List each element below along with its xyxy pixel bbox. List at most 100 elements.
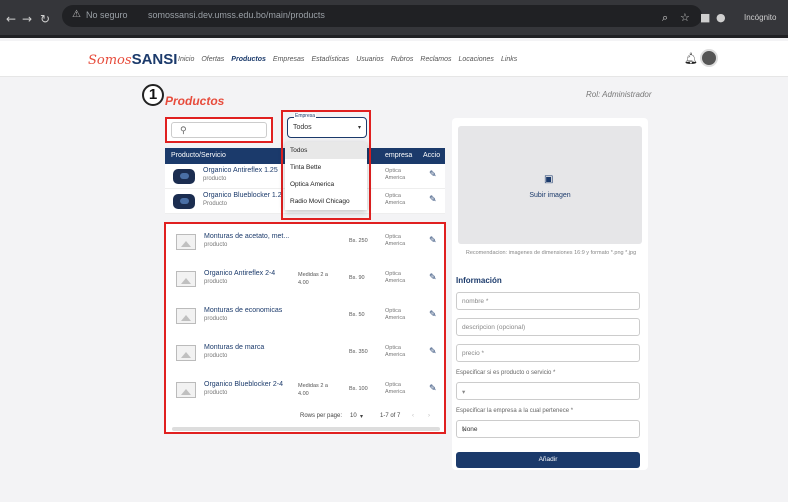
image-icon: ▣ xyxy=(544,174,554,185)
nav-productos[interactable]: Productos xyxy=(231,56,266,63)
warning-icon: ⚠ xyxy=(72,9,81,20)
table-row[interactable]: Monturas de marca producto Bs. 350 Optic… xyxy=(166,335,444,372)
product-type: producto xyxy=(204,353,228,359)
search-input[interactable]: ⚲ xyxy=(171,122,267,138)
star-icon[interactable]: ☆ xyxy=(680,11,690,24)
product-price: Bs. 250 xyxy=(349,238,368,244)
nav-locaciones[interactable]: Locaciones xyxy=(459,56,494,63)
nav-rubros[interactable]: Rubros xyxy=(391,56,414,63)
empresa-form-label: Especificar la empresa a la cual pertene… xyxy=(456,408,574,414)
table-row[interactable]: Organico Antireflex 2-4 producto Medidas… xyxy=(166,261,444,298)
product-name: Organico Antireflex 2-4 xyxy=(204,270,276,277)
image-recommendation: Recomendacion: imagenes de dimensiones 1… xyxy=(465,250,637,256)
precio-placeholder: precio * xyxy=(462,350,485,357)
back-icon[interactable]: ← xyxy=(6,12,16,26)
empresa-option[interactable]: Tinta Bette xyxy=(285,159,367,176)
product-empresa: Optica America xyxy=(385,382,406,395)
rows-per-page-label: Rows per page: xyxy=(300,413,343,419)
nav-links[interactable]: Links xyxy=(501,56,517,63)
bell-icon[interactable]: 🔔︎ xyxy=(684,52,698,65)
product-type: producto xyxy=(204,242,228,248)
product-type: producto xyxy=(204,316,228,322)
product-medidas: Medidas 2 a 4.00 xyxy=(298,272,328,286)
empresa-select-value: Todos xyxy=(293,124,312,131)
col-acciones: Accio xyxy=(423,152,441,159)
product-name: Monturas de acetato, met... xyxy=(204,233,290,240)
tab-icon[interactable]: ■ xyxy=(700,11,710,24)
product-thumbnail xyxy=(173,169,195,184)
edit-icon[interactable]: ✎ xyxy=(429,384,437,394)
logo-script: Somos xyxy=(88,53,132,68)
product-price: Bs. 50 xyxy=(349,312,365,318)
chevron-down-icon: ▾ xyxy=(357,124,361,131)
nav-usuarios[interactable]: Usuarios xyxy=(356,56,384,63)
nav-reclamos[interactable]: Reclamos xyxy=(420,56,451,63)
main-nav: Inicio Ofertas Productos Empresas Estadí… xyxy=(178,56,517,63)
url-text[interactable]: somossansi.dev.umss.edu.bo/main/products xyxy=(148,10,325,20)
address-bar[interactable]: ⚠ No seguro somossansi.dev.umss.edu.bo/m… xyxy=(62,5,702,27)
tipo-select[interactable]: ▾ xyxy=(456,382,640,400)
zoom-icon[interactable]: ⌕ xyxy=(662,11,668,25)
form-section-title: Información xyxy=(456,276,502,285)
table-row[interactable]: Monturas de economicas producto Bs. 50 O… xyxy=(166,298,444,335)
table-row[interactable]: Organico Blueblocker 2-4 producto Medida… xyxy=(166,372,444,409)
empresa-option[interactable]: Todos xyxy=(285,142,367,159)
product-medidas: Medidas 2 a 4.00 xyxy=(298,383,328,397)
image-upload[interactable]: ▣ Subir imagen xyxy=(458,126,642,244)
product-type: producto xyxy=(204,279,228,285)
browser-chrome: ← → ↻ ⚠ No seguro somossansi.dev.umss.ed… xyxy=(0,0,788,38)
product-thumbnail xyxy=(173,194,195,209)
edit-icon[interactable]: ✎ xyxy=(429,310,437,320)
product-name: Monturas de economicas xyxy=(204,307,283,314)
col-empresa[interactable]: empresa xyxy=(385,152,412,159)
product-price: Bs. 90 xyxy=(349,275,365,281)
nav-ofertas[interactable]: Ofertas xyxy=(201,56,224,63)
page-range: 1-7 of 7 xyxy=(380,413,401,419)
chevron-down-icon: ▾ xyxy=(462,426,466,434)
edit-icon[interactable]: ✎ xyxy=(429,236,437,246)
table-row[interactable]: Monturas de acetato, met... producto Bs.… xyxy=(166,224,444,261)
nombre-placeholder: nombre * xyxy=(462,298,489,305)
product-price: Bs. 350 xyxy=(349,349,368,355)
empresa-option[interactable]: Radio Movil Chicago xyxy=(285,193,367,210)
empresa-form-select[interactable]: None ▾ xyxy=(456,420,640,438)
empresa-option[interactable]: Optica America xyxy=(285,176,367,193)
edit-icon[interactable]: ✎ xyxy=(429,170,437,180)
image-placeholder-icon xyxy=(176,234,196,250)
nav-empresas[interactable]: Empresas xyxy=(273,56,305,63)
forward-icon[interactable]: → xyxy=(22,12,32,26)
image-placeholder-icon xyxy=(176,308,196,324)
rows-highlight: Monturas de acetato, met... producto Bs.… xyxy=(164,222,446,434)
logo[interactable]: SomosSANSI xyxy=(88,51,177,68)
product-price: Bs. 100 xyxy=(349,386,368,392)
next-page-icon[interactable]: › xyxy=(428,413,430,419)
edit-icon[interactable]: ✎ xyxy=(429,347,437,357)
col-product[interactable]: Producto/Servicio xyxy=(171,152,226,159)
profile-icon[interactable]: ● xyxy=(716,11,726,24)
nombre-field[interactable]: nombre * xyxy=(456,292,640,310)
product-empresa: Optica America xyxy=(385,308,406,321)
product-name: Organico Blueblocker 2-4 xyxy=(204,381,283,388)
edit-icon[interactable]: ✎ xyxy=(429,273,437,283)
nav-inicio[interactable]: Inicio xyxy=(178,56,194,63)
chevron-down-icon: ▾ xyxy=(462,388,466,396)
horizontal-scrollbar[interactable] xyxy=(172,427,440,431)
nav-estadisticas[interactable]: Estadísticas xyxy=(311,56,349,63)
add-button[interactable]: Añadir xyxy=(456,452,640,468)
avatar[interactable] xyxy=(700,49,718,67)
edit-icon[interactable]: ✎ xyxy=(429,195,437,205)
tipo-label: Especificar si es producto o servicio * xyxy=(456,370,556,376)
rows-per-page-select[interactable]: 10 xyxy=(350,413,357,419)
prev-page-icon[interactable]: ‹ xyxy=(412,413,414,419)
empresa-select[interactable]: Empresa Todos ▾ xyxy=(287,113,367,138)
descripcion-placeholder: descripcion (opcional) xyxy=(462,324,526,331)
upload-label: Subir imagen xyxy=(529,192,571,199)
descripcion-field[interactable]: descripcion (opcional) xyxy=(456,318,640,336)
chevron-down-icon[interactable]: ▾ xyxy=(360,413,363,420)
precio-field[interactable]: precio * xyxy=(456,344,640,362)
app-header: SomosSANSI Inicio Ofertas Productos Empr… xyxy=(0,41,788,77)
reload-icon[interactable]: ↻ xyxy=(40,12,50,26)
step-number: 1 xyxy=(142,84,164,106)
page: ← → ↻ ⚠ No seguro somossansi.dev.umss.ed… xyxy=(0,0,788,502)
product-type: producto xyxy=(203,176,227,182)
